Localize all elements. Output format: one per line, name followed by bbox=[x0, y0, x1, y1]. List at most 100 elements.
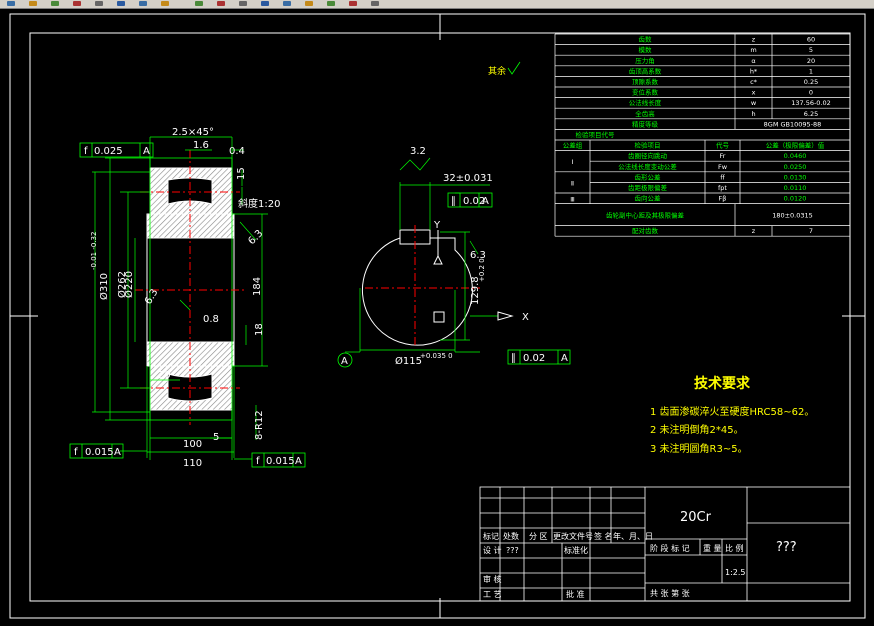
layer-icon[interactable] bbox=[346, 0, 360, 7]
param-value: 8GM GB10095-88 bbox=[764, 120, 822, 128]
param-value: 60 bbox=[807, 36, 815, 44]
check-value: 0.0460 bbox=[784, 152, 807, 160]
group-label: Ⅰ bbox=[572, 158, 574, 166]
dim-width-110: 110 bbox=[183, 458, 202, 469]
tb-design-value: ??? bbox=[506, 546, 519, 555]
fcf-value: 0.015 bbox=[85, 447, 114, 458]
dim-bore-tol: +0.035 0 bbox=[420, 352, 453, 360]
check-value: 0.0110 bbox=[784, 184, 807, 192]
param-value: 20 bbox=[807, 57, 815, 65]
tb-stage-header: 重 量 bbox=[703, 543, 722, 553]
fcf-parallel-symbol: ∥ bbox=[511, 353, 516, 364]
teeth-symbol: z bbox=[752, 227, 756, 235]
tb-design-label: 设 计 bbox=[483, 545, 502, 555]
tb-header: 分 区 bbox=[529, 532, 548, 541]
view-triangle bbox=[433, 254, 443, 265]
undo-icon[interactable] bbox=[92, 0, 106, 7]
match-icon[interactable] bbox=[70, 0, 84, 7]
calculator-icon[interactable] bbox=[302, 0, 316, 7]
tool-palette-icon[interactable] bbox=[280, 0, 294, 7]
zoom-window-icon[interactable] bbox=[192, 0, 206, 7]
mesh-name: 齿轮副中心距及其极限偏差 bbox=[606, 211, 685, 220]
rough-value: 6.3 bbox=[246, 228, 265, 247]
dim-len-20: 20 bbox=[158, 370, 171, 381]
fcf-datum: A bbox=[295, 456, 302, 467]
title-block: 20Cr ??? 标记 处数 分 区 更改文件号 签 名 年、月、日 设 计 ?… bbox=[479, 486, 851, 602]
front-view: f 0.025 A f 0.015 A f 0.015 A 2.5×45° 1.… bbox=[69, 127, 306, 469]
mesh-value: 180±0.0315 bbox=[772, 212, 813, 220]
tb-process-label: 工 艺 bbox=[483, 590, 502, 599]
tb-sheet: 共 张 第 张 bbox=[650, 588, 690, 598]
fcf-value: 0.025 bbox=[94, 146, 123, 157]
tb-header: 签 名 bbox=[594, 531, 613, 541]
datum-box bbox=[433, 311, 445, 323]
check-item: 公法线长度变动公差 bbox=[618, 162, 677, 171]
properties-icon[interactable] bbox=[236, 0, 250, 7]
roughness-note-symbol bbox=[507, 61, 521, 75]
tb-header: 更改文件号 bbox=[553, 531, 593, 541]
dim-key-width: 32±0.031 bbox=[443, 173, 493, 184]
param-value: 137.56-0.02 bbox=[791, 99, 831, 107]
arrow-marker bbox=[497, 311, 514, 321]
check-header: 检验项目代号 bbox=[576, 130, 616, 139]
dim-key-depth-tol: +0.2 0 bbox=[478, 258, 486, 282]
copy-icon[interactable] bbox=[26, 0, 40, 7]
fcf-datum: A bbox=[561, 353, 568, 364]
dim-width-100: 100 bbox=[183, 439, 202, 450]
tech-title: 技术要求 bbox=[694, 375, 751, 392]
param-symbol: α bbox=[751, 57, 755, 65]
group-label: Ⅲ bbox=[570, 195, 574, 203]
tech-item: 2 未注明倒角2*45。 bbox=[650, 423, 744, 436]
fr-symbol: f bbox=[256, 456, 260, 467]
check-code: fpt bbox=[718, 184, 727, 192]
material: 20Cr bbox=[680, 510, 712, 525]
dim-len-184: 184 bbox=[252, 277, 263, 296]
pan-icon[interactable] bbox=[136, 0, 150, 7]
dim-top-right: 0.4 bbox=[229, 146, 245, 157]
tb-header: 年、月、日 bbox=[613, 531, 653, 541]
param-value: 1 bbox=[809, 67, 813, 75]
design-center-icon[interactable] bbox=[258, 0, 272, 7]
check-item: 齿圈径向跳动 bbox=[628, 151, 668, 160]
tb-stage-header: 比 例 bbox=[725, 543, 744, 553]
tech-item: 3 未注明圆角R3~5。 bbox=[650, 442, 748, 455]
teeth-name: 配对齿数 bbox=[632, 226, 659, 235]
check-code: Fw bbox=[718, 163, 728, 171]
param-value: 5 bbox=[809, 46, 813, 54]
fcf-datum: A bbox=[482, 196, 489, 207]
param-name: 全齿高 bbox=[635, 109, 655, 118]
dim-bore: Ø115 bbox=[395, 355, 422, 367]
param-value: 0.25 bbox=[804, 78, 818, 86]
param-symbol: h* bbox=[750, 67, 758, 75]
check-code: Fβ bbox=[719, 195, 727, 203]
param-table: 齿数 z 60 模数 m 5 压力角 α 20 齿顶高系数 h* 1 顶隙系数 c* 0.25 变位系数 x 0 公… bbox=[554, 33, 851, 237]
param-name: 模数 bbox=[639, 45, 653, 54]
param-symbol: z bbox=[752, 36, 756, 44]
paste-icon[interactable] bbox=[48, 0, 62, 7]
group-label: Ⅱ bbox=[571, 179, 574, 187]
check-item: 齿距极限偏差 bbox=[628, 183, 668, 192]
redo-icon[interactable] bbox=[114, 0, 128, 7]
teeth-value: 7 bbox=[809, 227, 813, 235]
tb-review-label: 审 核 bbox=[483, 574, 502, 584]
layer-previous-icon[interactable] bbox=[368, 0, 382, 7]
param-symbol: h bbox=[751, 110, 755, 118]
fcf-parallel-symbol: ∥ bbox=[451, 196, 456, 207]
zoom-previous-icon[interactable] bbox=[214, 0, 228, 7]
view-x: X bbox=[522, 312, 529, 323]
toolbar bbox=[0, 0, 874, 9]
zoom-realtime-icon[interactable] bbox=[158, 0, 172, 7]
tech-requirements: 技术要求 1 齿面渗碳淬火至硬度HRC58~62。 2 未注明倒角2*45。 3… bbox=[650, 375, 814, 455]
param-name: 压力角 bbox=[635, 56, 655, 65]
view-y: Y bbox=[433, 220, 441, 231]
param-symbol: c* bbox=[750, 78, 758, 86]
dim-web: 15 bbox=[236, 167, 247, 180]
param-name: 齿数 bbox=[639, 35, 653, 44]
help-icon[interactable] bbox=[324, 0, 338, 7]
check-code: Fr bbox=[720, 152, 726, 160]
cut-icon[interactable] bbox=[4, 0, 18, 7]
dim-diam-outer: Ø310 bbox=[98, 273, 110, 300]
sub-header: 公差（极限偏差）值 bbox=[766, 141, 825, 150]
check-item: 齿形公差 bbox=[635, 172, 662, 181]
tech-item: 1 齿面渗碳淬火至硬度HRC58~62。 bbox=[650, 405, 814, 418]
